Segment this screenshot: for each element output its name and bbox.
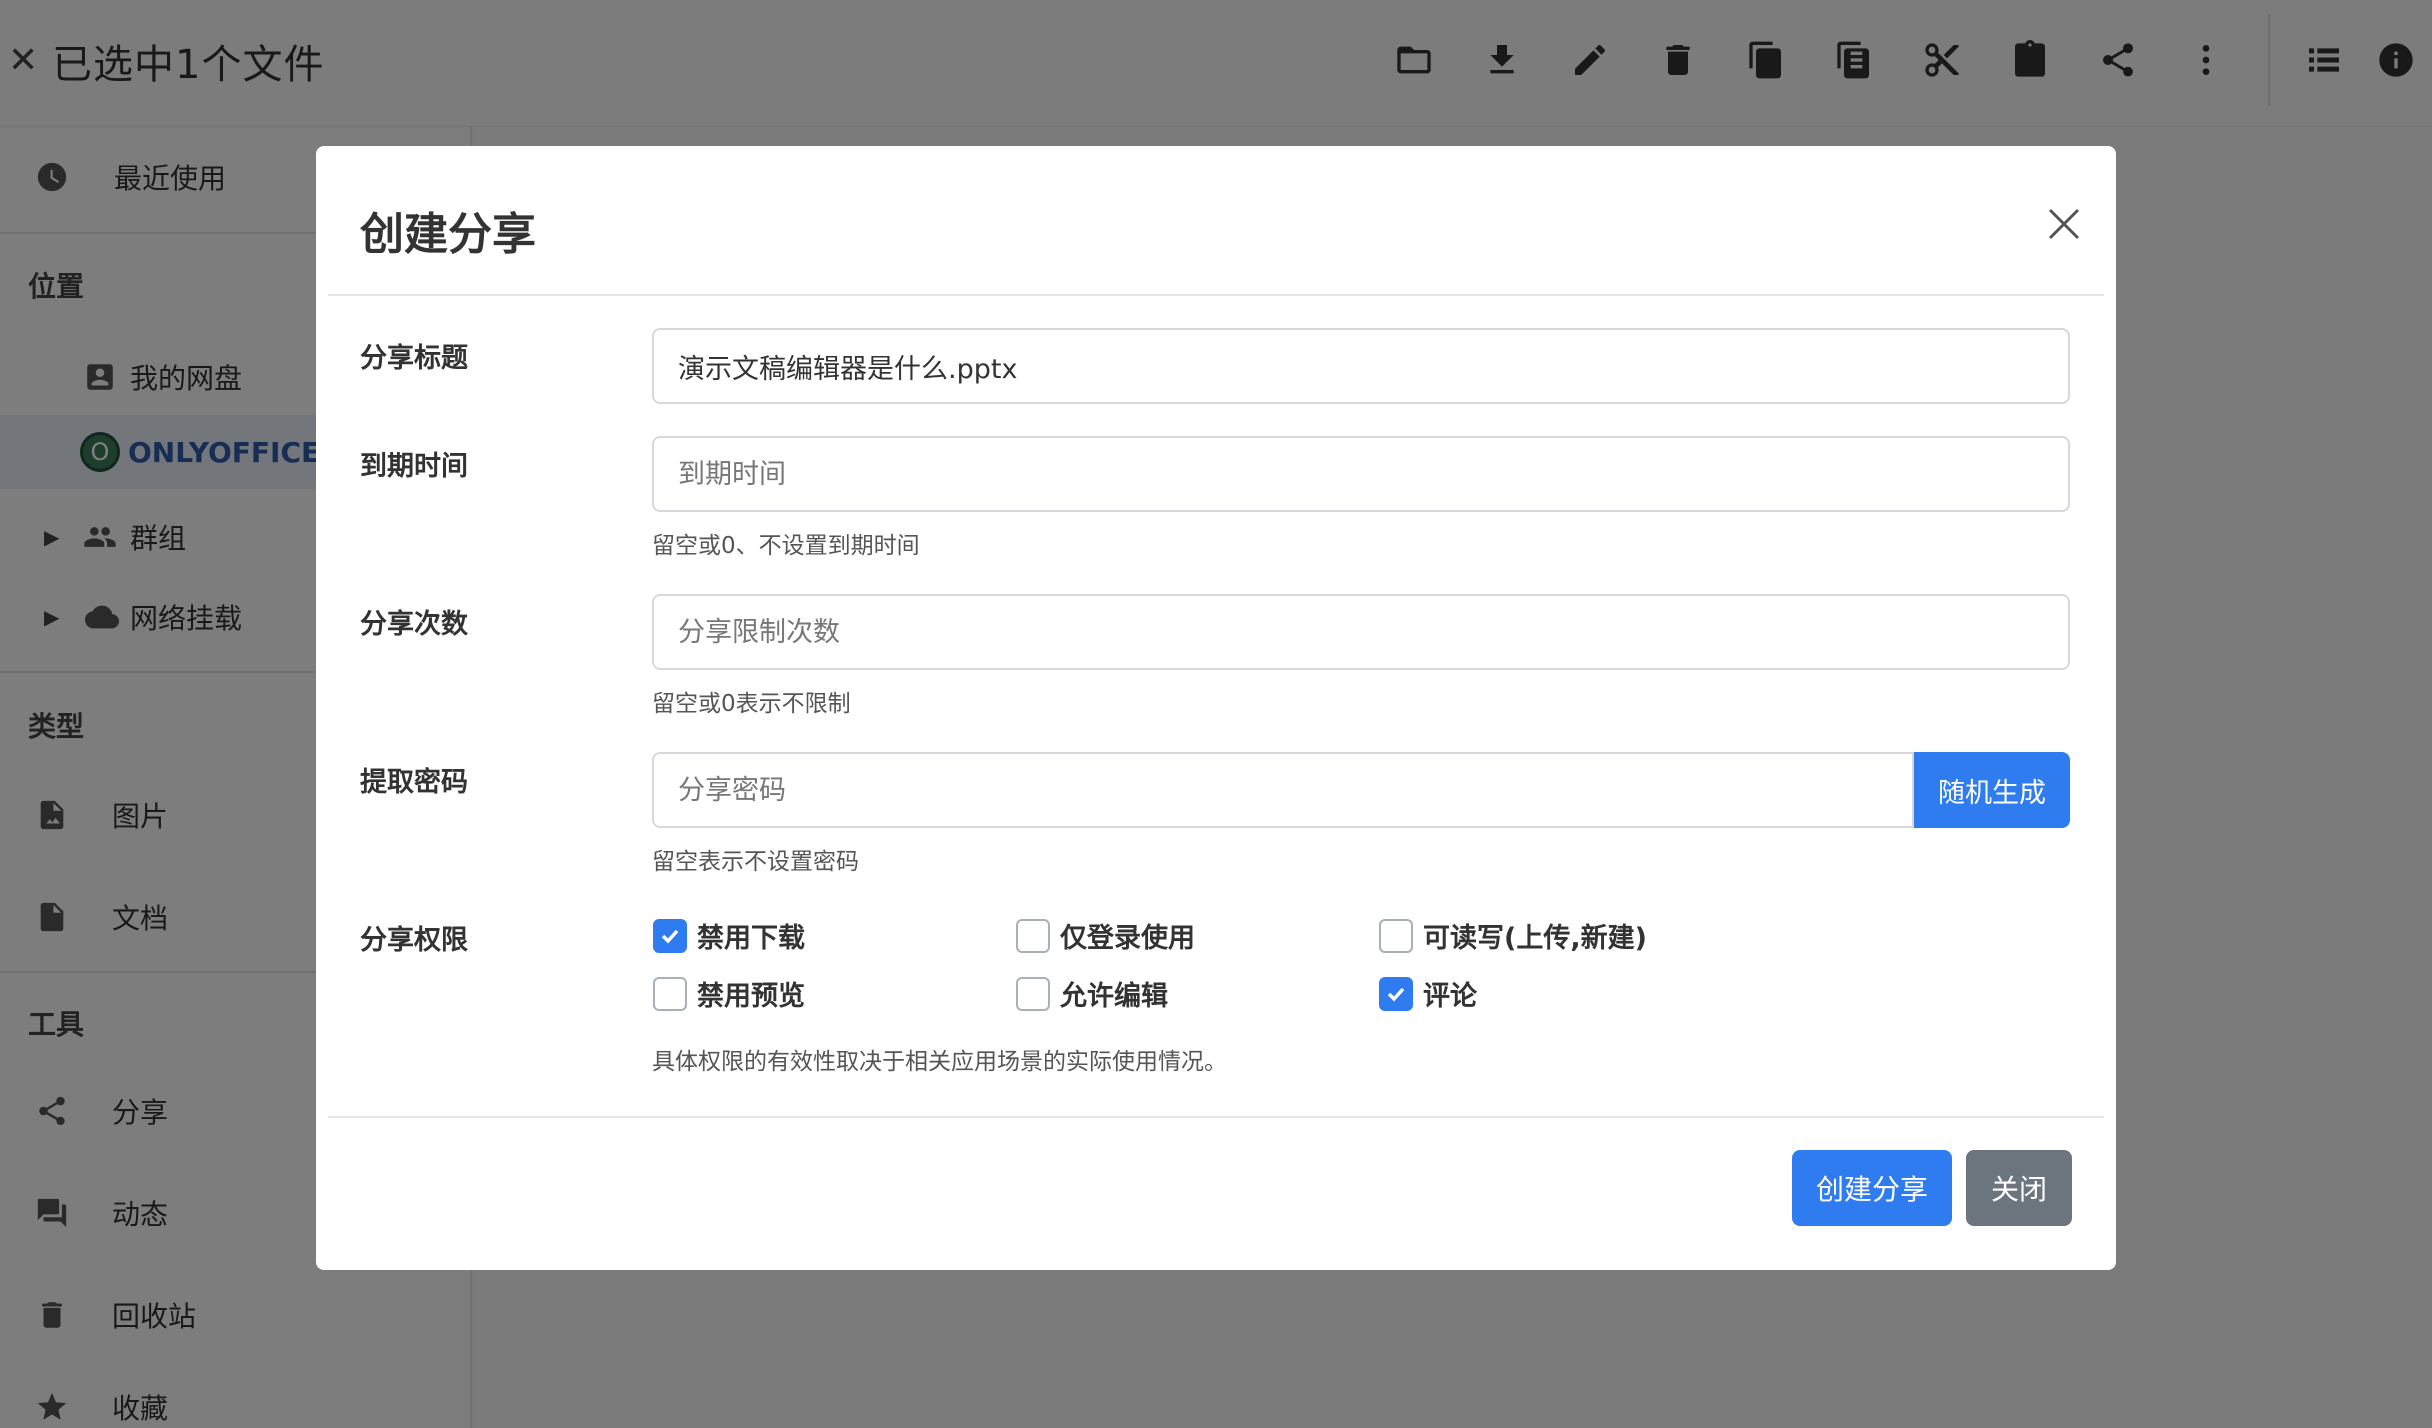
password-label: 提取密码 (360, 767, 468, 798)
dialog-footer-divider (328, 1116, 2104, 1118)
create-share-dialog: 创建分享 分享标题 到期时间 留空或0、不设置到期时间 分享次数 留空或0表示不… (316, 146, 2116, 1270)
expire-label: 到期时间 (360, 451, 468, 482)
permissions-help: 具体权限的有效性取决于相关应用场景的实际使用情况。 (652, 1049, 1227, 1075)
password-input[interactable] (652, 752, 1914, 828)
share-count-input[interactable] (652, 594, 2070, 670)
checkbox-allow-edit[interactable]: 允许编辑 (1016, 974, 1168, 1013)
dialog-title: 创建分享 (360, 209, 536, 260)
checkbox-box[interactable] (1379, 918, 1413, 953)
share-title-label: 分享标题 (360, 343, 468, 374)
checkbox-box[interactable] (1016, 918, 1050, 953)
checkbox-box[interactable] (653, 918, 687, 953)
checkbox-comment[interactable]: 评论 (1379, 974, 1477, 1013)
share-title-input[interactable] (652, 328, 2070, 404)
checkbox-login-only[interactable]: 仅登录使用 (1016, 916, 1195, 955)
close-icon[interactable] (2040, 200, 2088, 248)
password-help: 留空表示不设置密码 (652, 849, 859, 875)
permissions-label: 分享权限 (360, 925, 468, 956)
checkbox-box[interactable] (1016, 976, 1050, 1011)
checkbox-box[interactable] (1379, 976, 1413, 1011)
checkbox-disable-download[interactable]: 禁用下载 (653, 916, 805, 955)
checkbox-box[interactable] (653, 976, 687, 1011)
random-generate-button[interactable]: 随机生成 (1914, 752, 2070, 828)
checkbox-read-write[interactable]: 可读写(上传,新建) (1379, 916, 1647, 955)
dialog-header-divider (328, 294, 2104, 296)
share-count-help: 留空或0表示不限制 (652, 691, 851, 717)
checkbox-disable-preview[interactable]: 禁用预览 (653, 974, 805, 1013)
expire-input[interactable] (652, 436, 2070, 512)
expire-help: 留空或0、不设置到期时间 (652, 533, 920, 559)
close-button[interactable]: 关闭 (1966, 1150, 2072, 1226)
create-share-button[interactable]: 创建分享 (1792, 1150, 1952, 1226)
share-count-label: 分享次数 (360, 609, 468, 640)
